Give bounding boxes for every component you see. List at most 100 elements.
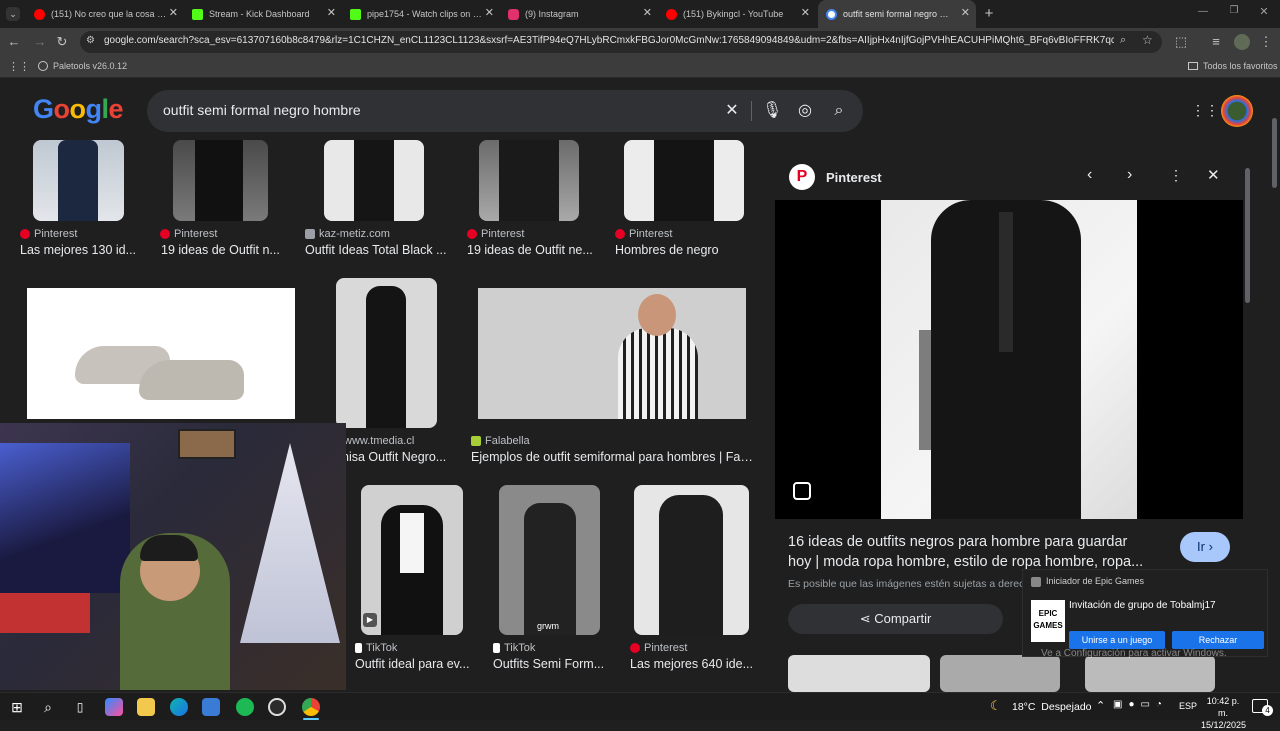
reject-button[interactable]: Rechazar xyxy=(1172,631,1264,649)
result-image[interactable] xyxy=(478,288,746,419)
store-icon[interactable] xyxy=(202,698,220,716)
related-image[interactable] xyxy=(788,655,930,692)
panel-scrollbar[interactable] xyxy=(1245,168,1250,303)
menu-icon[interactable]: ⋮ xyxy=(1258,34,1274,50)
next-icon[interactable]: › xyxy=(1127,166,1132,184)
close-icon[interactable]: ✕ xyxy=(961,8,970,19)
result-image[interactable] xyxy=(173,140,268,221)
search-box[interactable]: outfit semi formal negro hombre ✕ 🎙 ◎ ⌕ xyxy=(147,90,863,132)
language-indicator[interactable]: ESP xyxy=(1179,701,1197,711)
apps-grid-icon[interactable]: ⋮⋮ xyxy=(8,60,30,73)
tab-youtube-1[interactable]: (151) No creo que la cosa haya ✕ xyxy=(26,0,184,28)
panel-source[interactable]: Pinterest xyxy=(826,170,882,185)
tab-instagram[interactable]: (9) Instagram ✕ xyxy=(500,0,658,28)
result-source[interactable]: Pinterest xyxy=(615,228,672,240)
result-image[interactable] xyxy=(634,485,749,635)
result-image[interactable]: grwm xyxy=(499,485,600,635)
close-panel-icon[interactable]: ✕ xyxy=(1207,166,1220,184)
result-source[interactable]: kaz-metiz.com xyxy=(305,228,390,240)
chrome-icon[interactable] xyxy=(302,698,320,716)
visit-button[interactable]: Ir › xyxy=(1180,532,1230,562)
obs-icon[interactable] xyxy=(268,698,286,716)
tab-google-search[interactable]: outfit semi formal negro hombr ✕ xyxy=(818,0,976,28)
back-icon[interactable]: ← xyxy=(6,34,22,50)
clock[interactable]: 10:42 p. m. 15/12/2025 xyxy=(1201,695,1246,731)
result-image-shoes[interactable] xyxy=(27,288,295,419)
result-source[interactable]: Falabella xyxy=(471,435,530,447)
chevron-up-icon[interactable]: ⌃ xyxy=(1096,699,1105,712)
share-button[interactable]: ⋖ Compartir xyxy=(788,604,1003,634)
account-avatar[interactable] xyxy=(1221,95,1253,127)
result-title[interactable]: 19 ideas de Outfit ne... xyxy=(467,243,597,257)
maximize-button[interactable]: ❐ xyxy=(1227,5,1241,19)
result-source[interactable]: www.tmedia.cl xyxy=(344,435,414,447)
search-input[interactable]: outfit semi formal negro hombre xyxy=(163,102,361,118)
search-icon[interactable]: ⌕ xyxy=(829,101,849,121)
reload-icon[interactable]: ↻ xyxy=(54,34,70,50)
result-source[interactable]: TikTok xyxy=(493,642,535,654)
result-source[interactable]: Pinterest xyxy=(20,228,77,240)
profile-avatar[interactable] xyxy=(1234,34,1250,50)
preview-image[interactable] xyxy=(881,200,1137,519)
weather-text[interactable]: 18°C Despejado xyxy=(1012,701,1092,713)
new-tab-button[interactable]: + xyxy=(981,6,997,22)
spotify-icon[interactable] xyxy=(236,698,254,716)
minimize-button[interactable]: — xyxy=(1196,6,1210,20)
tab-search-button[interactable]: ⌄ xyxy=(6,7,20,21)
tab-kick-dashboard[interactable]: Stream - Kick Dashboard ✕ xyxy=(184,0,342,28)
file-explorer-icon[interactable] xyxy=(137,698,155,716)
related-image[interactable] xyxy=(1085,655,1215,692)
copilot-icon[interactable] xyxy=(105,698,123,716)
close-icon[interactable]: ✕ xyxy=(327,8,336,19)
edge-icon[interactable] xyxy=(170,698,188,716)
task-view-icon[interactable]: ▯ xyxy=(71,698,89,716)
window-close-button[interactable]: ✕ xyxy=(1257,5,1271,19)
result-title[interactable]: Las mejores 130 id... xyxy=(20,243,150,257)
result-source[interactable]: Pinterest xyxy=(467,228,524,240)
result-title[interactable]: Hombres de negro xyxy=(615,243,745,257)
url-text[interactable]: google.com/search?sca_esv=613707160b8c84… xyxy=(104,35,1114,46)
extensions-icon[interactable]: ⬚ xyxy=(1173,34,1189,50)
result-image[interactable] xyxy=(624,140,744,221)
all-bookmarks[interactable]: Todos los favoritos xyxy=(1188,61,1278,71)
microphone-icon[interactable]: 🎙 xyxy=(762,101,782,121)
result-image[interactable] xyxy=(324,140,424,221)
zoom-icon[interactable]: ⌕ xyxy=(1120,34,1126,47)
previous-icon[interactable]: ‹ xyxy=(1087,166,1092,184)
search-icon[interactable]: ⌕ xyxy=(39,698,57,716)
lens-icon[interactable]: ◎ xyxy=(795,101,815,121)
result-image[interactable] xyxy=(336,278,437,428)
result-title[interactable]: nisa Outfit Negro... xyxy=(342,450,452,464)
result-image[interactable] xyxy=(479,140,579,221)
bookmark-star-icon[interactable]: ☆ xyxy=(1142,33,1153,47)
result-title[interactable]: Las mejores 640 ide... xyxy=(630,657,755,671)
close-icon[interactable]: ✕ xyxy=(169,8,178,19)
more-options-icon[interactable]: ⋮ xyxy=(1169,167,1183,184)
start-icon[interactable]: ⊞ xyxy=(8,698,26,716)
tab-youtube-2[interactable]: (151) Bykingcl - YouTube ✕ xyxy=(658,0,816,28)
bookmark-paletools[interactable]: Paletools v26.0.12 xyxy=(38,61,127,71)
result-image[interactable] xyxy=(33,140,124,221)
result-title[interactable]: Outfit Ideas Total Black ... xyxy=(305,243,451,257)
media-controls-icon[interactable]: ≡ xyxy=(1208,34,1224,50)
page-scrollbar[interactable] xyxy=(1272,118,1277,188)
result-title[interactable]: Outfits Semi Form... xyxy=(493,657,608,671)
close-icon[interactable]: ✕ xyxy=(801,8,810,19)
address-bar[interactable]: ⚙ google.com/search?sca_esv=613707160b8c… xyxy=(80,31,1162,53)
site-info-icon[interactable]: ⚙ xyxy=(86,35,95,46)
google-logo[interactable]: Google xyxy=(33,94,124,125)
join-game-button[interactable]: Unirse a un juego xyxy=(1069,631,1165,649)
result-source[interactable]: TikTok xyxy=(355,642,397,654)
weather-icon[interactable]: ☾ xyxy=(990,698,1002,714)
forward-icon[interactable]: → xyxy=(32,34,48,50)
close-icon[interactable]: ✕ xyxy=(485,8,494,19)
related-image[interactable] xyxy=(940,655,1060,692)
lens-search-icon[interactable] xyxy=(793,482,811,500)
tray-icons[interactable]: ▣●▭◔ xyxy=(1113,699,1168,710)
result-image[interactable]: ▶ xyxy=(361,485,463,635)
panel-title[interactable]: 16 ideas de outfits negros para hombre p… xyxy=(788,532,1168,572)
result-title[interactable]: 19 ideas de Outfit n... xyxy=(161,243,286,257)
close-icon[interactable]: ✕ xyxy=(643,8,652,19)
result-title[interactable]: Outfit ideal para ev... xyxy=(355,657,473,671)
result-source[interactable]: Pinterest xyxy=(160,228,217,240)
